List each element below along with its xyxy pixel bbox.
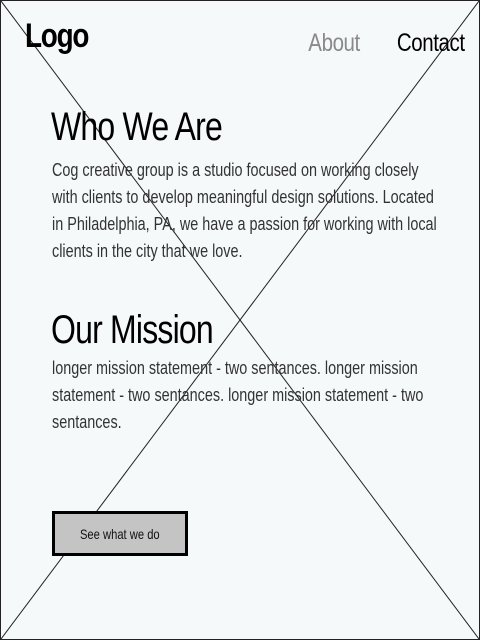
who-we-are-text: Cog creative group is a studio focused o… (52, 160, 437, 261)
page: Logo About Contact Who We Are Cog creati… (0, 0, 480, 640)
mission-text: longer mission statement - two sentances… (52, 358, 424, 432)
see-what-we-do-button[interactable]: See what we do (52, 511, 188, 556)
nav-link-about[interactable]: About (309, 29, 361, 58)
mission-heading: Our Mission (51, 308, 214, 352)
logo[interactable]: Logo (25, 17, 89, 56)
who-we-are-heading: Who We Are (51, 105, 223, 149)
see-what-we-do-label: See what we do (80, 525, 160, 542)
nav-link-contact[interactable]: Contact (397, 29, 465, 58)
main-nav: About Contact (297, 29, 466, 58)
